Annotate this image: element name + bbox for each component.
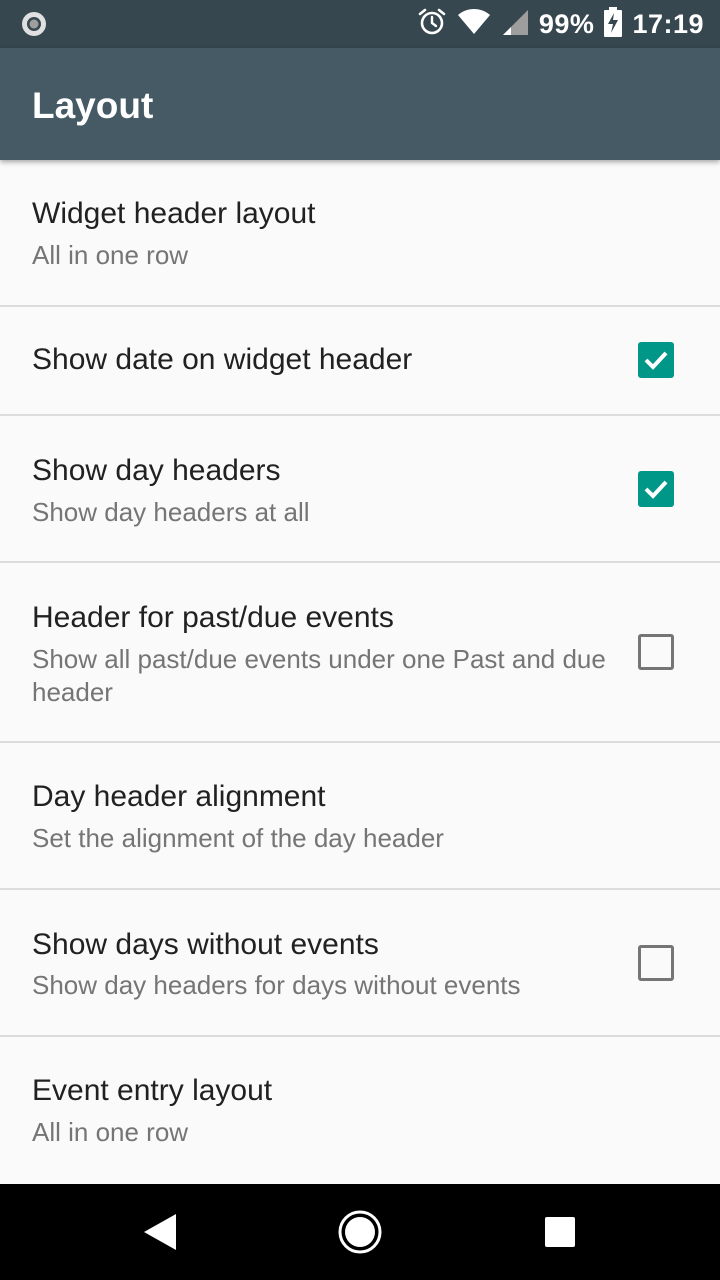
pref-title: Event entry layout <box>32 1074 273 1107</box>
pref-title: Day header alignment <box>32 780 326 813</box>
pref-widget-header-layout[interactable]: Widget header layout All in one row <box>0 160 720 307</box>
checkmark-icon <box>644 351 668 370</box>
pref-summary: All in one row <box>32 1117 189 1147</box>
pref-title: Show date on widget header <box>32 343 413 376</box>
clock: 17:19 <box>632 8 704 39</box>
preference-list: Widget header layout All in one row Show… <box>0 160 720 1185</box>
app-bar: Layout <box>0 48 720 160</box>
status-bar: 99% 17:19 <box>0 0 720 48</box>
show-days-without-events-checkbox[interactable] <box>638 945 674 981</box>
pref-summary: Show day headers for days without events <box>32 970 521 1000</box>
pref-header-for-past-due-events[interactable]: Header for past/due events Show all past… <box>0 563 720 743</box>
recents-icon[interactable] <box>536 1208 584 1256</box>
home-icon[interactable] <box>336 1208 384 1256</box>
pref-show-days-without-events[interactable]: Show days without events Show day header… <box>0 890 720 1037</box>
pref-summary: Show all past/due events under one Past … <box>32 644 606 707</box>
alarm-icon <box>417 7 447 42</box>
pref-event-entry-layout[interactable]: Event entry layout All in one row <box>0 1037 720 1185</box>
pref-summary: Show day headers at all <box>32 497 310 527</box>
pref-title: Show days without events <box>32 928 379 961</box>
battery-percent: 99% <box>538 8 595 39</box>
pref-summary: Set the alignment of the day header <box>32 823 444 853</box>
pref-title: Show day headers <box>32 454 281 487</box>
pref-title: Widget header layout <box>32 197 316 230</box>
navigation-bar <box>0 1184 720 1280</box>
show-day-headers-checkbox[interactable] <box>638 471 674 507</box>
past-due-header-checkbox[interactable] <box>638 634 674 670</box>
checkmark-icon <box>644 480 668 499</box>
pref-summary: All in one row <box>32 240 189 270</box>
back-icon[interactable] <box>136 1208 184 1256</box>
show-date-checkbox[interactable] <box>638 342 674 378</box>
pref-show-day-headers[interactable]: Show day headers Show day headers at all <box>0 416 720 563</box>
pref-title: Header for past/due events <box>32 601 394 634</box>
pref-show-date-on-widget-header[interactable]: Show date on widget header <box>0 307 720 416</box>
battery-charging-icon <box>604 6 623 42</box>
notification-dot-icon <box>20 10 48 38</box>
page-title: Layout <box>32 85 154 126</box>
signal-icon <box>501 8 529 41</box>
wifi-icon <box>457 8 491 41</box>
pref-day-header-alignment[interactable]: Day header alignment Set the alignment o… <box>0 743 720 890</box>
